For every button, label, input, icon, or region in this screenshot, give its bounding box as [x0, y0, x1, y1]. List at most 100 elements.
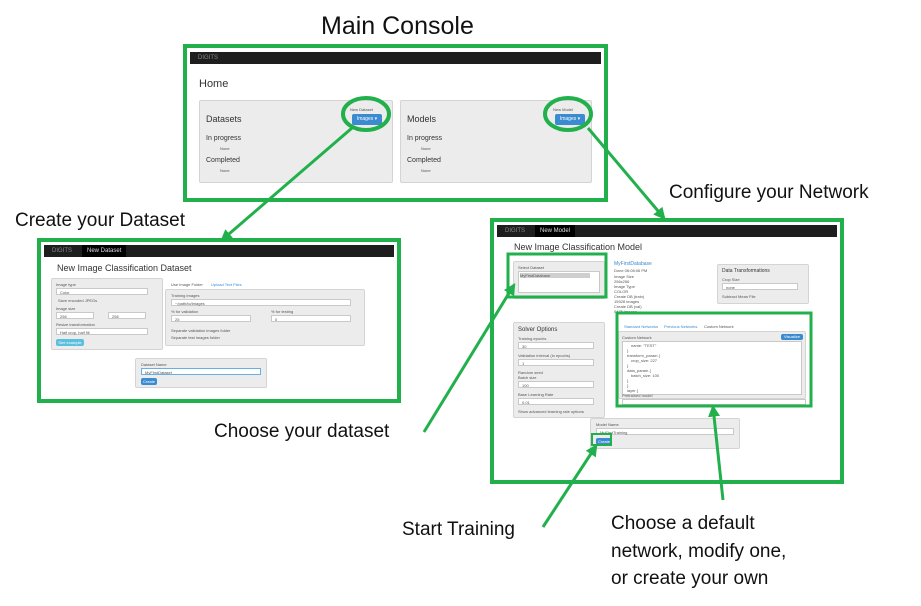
models-in-progress-heading: In progress — [407, 135, 443, 142]
custom-network-editor[interactable]: name: "TEST" } transform_param { crop_si… — [622, 341, 802, 395]
batch-size-label: Batch size — [518, 375, 537, 380]
solver-options-panel: Solver Options Training epochs 30 Valida… — [513, 322, 605, 418]
tab-standard-networks[interactable]: Standard Networks — [624, 324, 658, 329]
choose-network-caption-line1: Choose a default — [611, 513, 755, 534]
create-dataset-caption: Create your Dataset — [15, 210, 186, 231]
tab-upload-text-files[interactable]: Upload Text Files — [211, 282, 242, 287]
image-type-select[interactable]: Color — [56, 288, 148, 295]
navbar: DIGITS — [190, 52, 601, 64]
main-console-caption: Main Console — [321, 12, 474, 40]
dataset-info-line: 5475 images — [614, 309, 637, 314]
image-width-input[interactable]: 256 — [56, 312, 94, 319]
validation-interval-input[interactable]: 1 — [518, 359, 594, 366]
dataset-brand: DIGITS — [52, 248, 73, 254]
select-dataset-label: Select Dataset — [518, 265, 545, 270]
dataset-source-panel: Training Images ~/path/to/images % for v… — [165, 289, 365, 346]
image-size-label: Image size — [56, 306, 76, 311]
pct-validation-value: 25 — [175, 317, 180, 322]
dataset-info-name: MyFirstDatabase — [614, 261, 652, 267]
model-name-label: Model Name — [596, 422, 619, 427]
base-lr-value: 0.01 — [522, 400, 530, 405]
validation-interval-label: Validation interval (in epochs) — [518, 353, 571, 358]
base-lr-input[interactable]: 0.01 — [518, 398, 594, 405]
new-dataset-screenshot: DIGITS New Dataset New Image Classificat… — [37, 238, 401, 403]
dataset-nav-item[interactable]: New Dataset — [82, 245, 127, 257]
separate-validation-checkbox[interactable]: Separate validation images folder — [171, 328, 230, 333]
datasets-completed-item: None — [220, 168, 230, 173]
solver-options-title: Solver Options — [518, 327, 558, 333]
dataset-name-input[interactable]: MyFirstDataset — [141, 368, 261, 375]
new-model-images-button[interactable]: Images ▾ — [555, 114, 585, 125]
custom-network-label: Custom Network — [622, 335, 652, 340]
datasets-panel: Datasets New Dataset Images ▾ In progres… — [199, 100, 393, 183]
validation-interval-value: 1 — [522, 361, 525, 366]
new-model-screenshot: DIGITS New Model New Image Classificatio… — [490, 218, 844, 484]
pct-testing-input[interactable]: 0 — [271, 315, 351, 322]
model-name-value: MyFirstTraining — [600, 430, 628, 435]
save-encoded-checkbox[interactable]: Save encoded JPEGs — [58, 298, 97, 303]
subtract-mean-checkbox[interactable]: Subtract Mean File — [722, 294, 756, 299]
pretrained-model-label: Pretrained model — [622, 393, 653, 398]
tab-previous-networks[interactable]: Previous Networks — [664, 324, 697, 329]
advanced-options-checkbox[interactable]: Show advanced learning rate options — [518, 409, 584, 414]
separate-test-checkbox[interactable]: Separate test images folder — [171, 335, 220, 340]
choose-dataset-caption: Choose your dataset — [214, 421, 390, 442]
pretrained-model-input[interactable] — [622, 399, 806, 405]
data-transformations-panel: Data Transformations Crop Size none Subt… — [717, 264, 809, 304]
dataset-image-options-panel: Image type Color Save encoded JPEGs Imag… — [51, 278, 163, 350]
select-dataset-option[interactable]: MyFirstDatabase — [520, 273, 590, 278]
create-dataset-button[interactable]: Create — [141, 378, 157, 385]
dataset-page-title: New Image Classification Dataset — [57, 263, 192, 273]
dataset-name-value: MyFirstDataset — [145, 370, 172, 375]
image-height-input[interactable]: 256 — [108, 312, 146, 319]
training-images-label: Training Images — [171, 293, 200, 298]
custom-network-panel: Custom Network Visualize name: "TEST" } … — [618, 331, 806, 399]
pct-testing-label: % for testing — [271, 309, 294, 314]
pct-validation-input[interactable]: 25 — [171, 315, 251, 322]
visualize-button[interactable]: Visualize — [781, 334, 803, 340]
crop-size-input[interactable]: none — [722, 283, 798, 290]
models-in-progress-item: None — [421, 146, 431, 151]
new-dataset-images-button[interactable]: Images ▾ — [352, 114, 382, 125]
select-dataset-list[interactable]: MyFirstDatabase — [518, 271, 600, 293]
training-epochs-input[interactable]: 30 — [518, 342, 594, 349]
training-images-input[interactable]: ~/path/to/images — [171, 299, 351, 306]
select-dataset-panel: Select Dataset MyFirstDatabase — [513, 261, 605, 299]
pct-testing-value: 0 — [275, 317, 278, 322]
models-completed-item: None — [421, 168, 431, 173]
models-completed-heading: Completed — [407, 157, 441, 164]
datasets-in-progress-heading: In progress — [206, 135, 242, 142]
code-line: batch_size: 100 — [631, 373, 660, 378]
model-brand: DIGITS — [505, 228, 526, 234]
batch-size-value: 100 — [522, 383, 529, 388]
dataset-info-done: Done 06:08:06 PM — [614, 268, 648, 273]
model-nav-item[interactable]: New Model — [535, 225, 576, 237]
tab-use-image-folder[interactable]: Use Image Folder — [171, 282, 203, 287]
crop-size-label: Crop Size — [722, 277, 740, 282]
models-panel: Models New Model Images ▾ In progress No… — [400, 100, 592, 183]
models-title: Models — [407, 114, 437, 124]
model-name-input[interactable]: MyFirstTraining — [596, 428, 734, 435]
batch-size-input[interactable]: 100 — [518, 381, 594, 388]
resize-transformation-label: Resize transformation — [56, 322, 95, 327]
code-line: crop_size: 227 — [631, 358, 658, 363]
base-lr-label: Base Learning Rate — [518, 392, 554, 397]
main-console-screenshot: DIGITS Home Datasets New Dataset Images … — [183, 44, 608, 202]
see-example-button[interactable]: See example — [56, 339, 84, 346]
datasets-title: Datasets — [206, 114, 242, 124]
crop-size-value: none — [726, 285, 735, 290]
dataset-name-panel: Dataset Name MyFirstDataset Create — [135, 358, 267, 388]
dataset-name-label: Dataset Name — [141, 362, 167, 367]
code-line: name: "TEST" — [631, 343, 657, 348]
choose-network-caption-line2: network, modify one, — [611, 541, 787, 562]
resize-transformation-select[interactable]: Half crop, half fill — [56, 328, 148, 335]
tab-custom-network[interactable]: Custom Network — [704, 324, 734, 329]
image-type-value: Color — [60, 290, 70, 295]
create-model-button[interactable]: Create — [596, 438, 612, 445]
start-training-caption: Start Training — [402, 519, 515, 540]
datasets-in-progress-item: None — [220, 146, 230, 151]
model-page-title: New Image Classification Model — [514, 242, 643, 252]
pct-validation-label: % for validation — [171, 309, 199, 314]
page-title: Home — [199, 78, 229, 90]
network-tabs: Standard Networks Previous Networks Cust… — [618, 321, 814, 331]
